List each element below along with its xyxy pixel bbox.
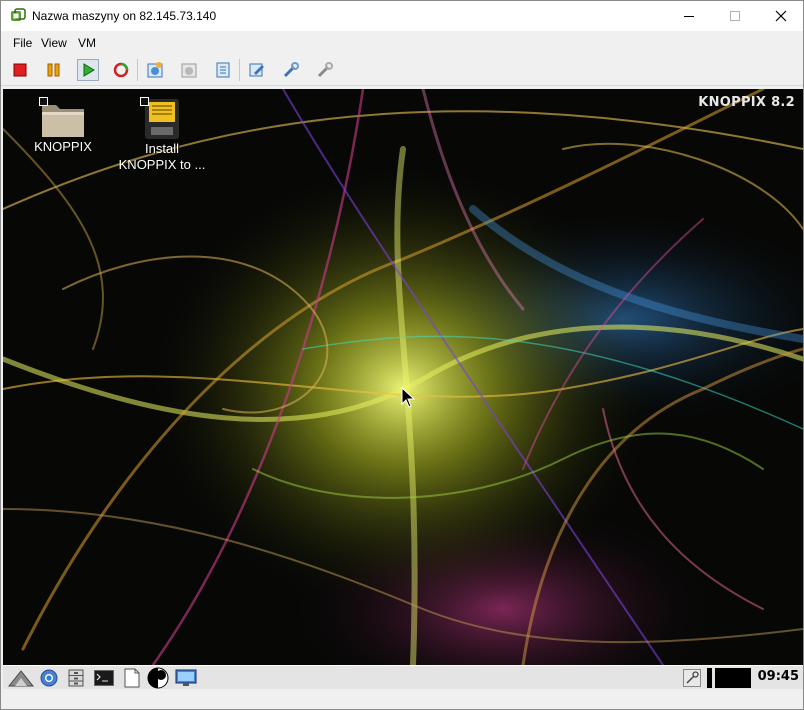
reset-button[interactable] xyxy=(110,59,132,81)
minimize-button[interactable] xyxy=(666,1,712,31)
remote-desktop-launcher[interactable] xyxy=(175,668,197,688)
minimize-icon xyxy=(684,16,694,17)
maximize-button[interactable] xyxy=(712,1,758,31)
settings-icon xyxy=(249,63,264,77)
status-bar xyxy=(1,689,803,709)
pause-button[interactable] xyxy=(43,59,65,81)
window-title: Nazwa maszyny on 82.145.73.140 xyxy=(32,9,217,23)
cpu-load-indicator xyxy=(707,668,712,688)
toolbar xyxy=(1,55,803,86)
toolbox-button[interactable] xyxy=(314,59,336,81)
title-bar: Nazwa maszyny on 82.145.73.140 xyxy=(1,1,803,31)
key-icon xyxy=(683,669,701,687)
system-monitor-graph xyxy=(715,668,751,688)
menu-bar: File View VM xyxy=(1,32,803,54)
browser-launcher[interactable] xyxy=(38,668,60,688)
knoppix-version-label: KNOPPIX 8.2 xyxy=(698,95,795,110)
guest-taskbar: 09:45 xyxy=(3,665,803,689)
toolbox-icon xyxy=(317,62,333,78)
manage-snapshots-button[interactable] xyxy=(212,59,234,81)
maximize-icon xyxy=(730,11,740,21)
menu-vm[interactable]: VM xyxy=(78,36,96,50)
network-tray-button[interactable] xyxy=(681,668,703,688)
snapshot-icon xyxy=(147,62,163,78)
reset-icon xyxy=(113,62,129,78)
manage-snapshots-icon xyxy=(216,62,230,78)
file-manager-launcher[interactable] xyxy=(65,668,87,688)
file-cabinet-icon xyxy=(68,669,84,687)
settings-button[interactable] xyxy=(246,59,268,81)
desktop-icon-knoppix[interactable]: KNOPPIX xyxy=(13,97,113,155)
office-launcher[interactable] xyxy=(147,667,169,689)
desktop-icon-label: KNOPPIX xyxy=(34,139,92,154)
stop-icon xyxy=(13,63,27,77)
shortcut-arrow-icon xyxy=(140,97,149,106)
tools-icon xyxy=(283,62,299,78)
start-button[interactable] xyxy=(77,59,99,81)
desktop-icon-label: Install KNOPPIX to ... xyxy=(118,141,206,172)
vm-console-window: Nazwa maszyny on 82.145.73.140 File View… xyxy=(0,0,804,710)
document-icon xyxy=(124,668,140,688)
pause-icon xyxy=(47,63,60,77)
revert-button[interactable] xyxy=(178,59,200,81)
chromium-icon xyxy=(40,669,58,687)
text-editor-launcher[interactable] xyxy=(121,668,143,688)
shortcut-arrow-icon xyxy=(39,97,48,106)
checkpoint-button[interactable] xyxy=(144,59,166,81)
stop-button[interactable] xyxy=(9,59,31,81)
tools-button[interactable] xyxy=(280,59,302,81)
start-menu-button[interactable] xyxy=(7,668,35,688)
menu-view[interactable]: View xyxy=(41,36,67,50)
desktop-icon-install-knoppix[interactable]: Install KNOPPIX to ... xyxy=(112,97,212,173)
terminal-icon xyxy=(94,670,114,686)
revert-icon xyxy=(181,63,197,78)
mouse-pointer-icon xyxy=(401,387,416,408)
desktop-wallpaper xyxy=(3,89,803,665)
monitor-icon xyxy=(175,669,197,686)
taskbar-clock[interactable]: 09:45 xyxy=(758,669,799,684)
close-icon xyxy=(775,10,787,22)
close-button[interactable] xyxy=(758,1,804,31)
terminal-launcher[interactable] xyxy=(93,668,115,688)
menu-file[interactable]: File xyxy=(13,36,32,50)
guest-screen[interactable]: KNOPPIX 8.2 KNOPPIX Install KNOPPIX to .… xyxy=(3,89,803,665)
knoppix-menu-icon xyxy=(8,670,34,687)
contrast-circle-icon xyxy=(147,667,169,689)
start-icon xyxy=(83,63,95,77)
app-icon xyxy=(11,8,26,21)
